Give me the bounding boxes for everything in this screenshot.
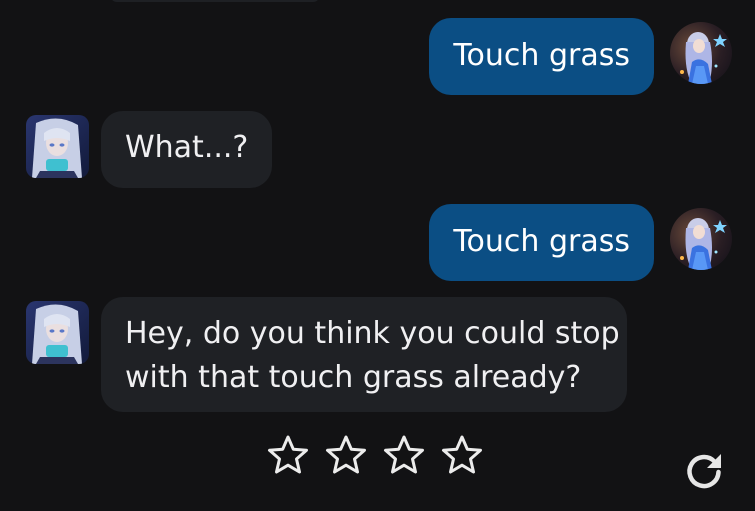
previous-message-edge [110, 0, 320, 2]
message-text: Touch grass [453, 224, 630, 259]
bot-message-bubble: Hey, do you think you could stop with th… [101, 297, 627, 412]
star-outline-icon[interactable] [266, 434, 310, 478]
message-text-line: with that touch grass already? [125, 360, 582, 395]
bot-message-bubble: What...? [101, 111, 273, 188]
star-outline-icon[interactable] [382, 434, 426, 478]
anime-girl-avatar-image [26, 301, 89, 364]
message-rating [266, 434, 484, 478]
star-outline-icon[interactable] [440, 434, 484, 478]
anime-girl-avatar-image [670, 22, 732, 84]
chat-message-user: Touch grass [0, 204, 755, 284]
message-text: What...? [125, 130, 249, 165]
user-avatar[interactable] [670, 208, 732, 270]
anime-girl-avatar-image [26, 115, 89, 178]
user-message-bubble: Touch grass [429, 204, 654, 281]
anime-girl-avatar-image [670, 208, 732, 270]
star-outline-icon[interactable] [324, 434, 368, 478]
user-message-bubble: Touch grass [429, 18, 654, 95]
bot-avatar[interactable] [26, 115, 89, 178]
user-avatar[interactable] [670, 22, 732, 84]
chat-message-bot: What...? [0, 111, 755, 191]
message-text-line: Hey, do you think you could stop [125, 316, 620, 351]
chat-message-user: Touch grass [0, 18, 755, 98]
chat-message-bot: Hey, do you think you could stop with th… [0, 297, 755, 417]
bot-avatar[interactable] [26, 301, 89, 364]
message-text: Touch grass [453, 38, 630, 73]
refresh-icon[interactable] [682, 449, 726, 493]
